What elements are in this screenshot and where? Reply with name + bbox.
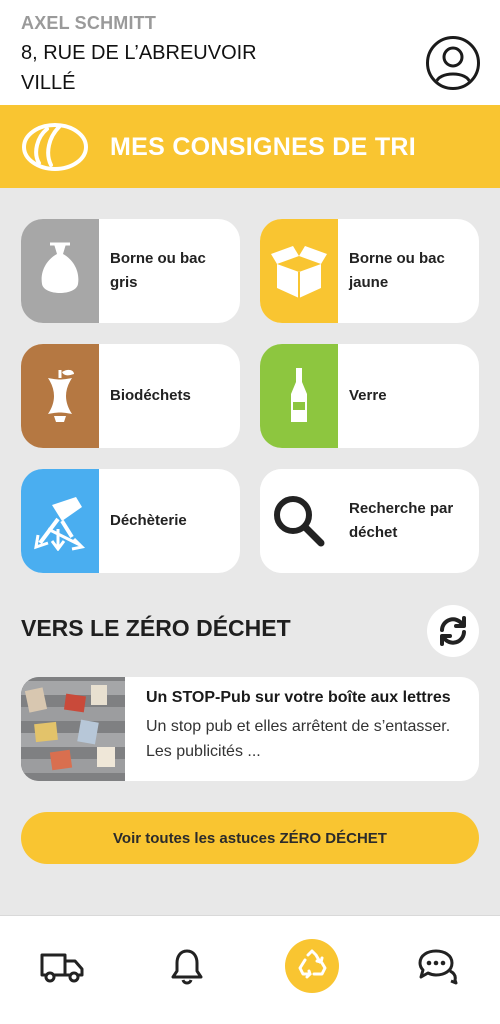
all-tips-button[interactable]: Voir toutes les astuces ZÉRO DÉCHET — [21, 812, 479, 864]
tile-grey-bin[interactable]: Borne ou bac gris — [21, 219, 240, 323]
user-street: 8, RUE DE L’ABREUVOIR — [21, 42, 257, 64]
tile-biowaste-label: Biodéchets — [110, 387, 191, 404]
apple-core-icon — [48, 369, 74, 422]
tile-biowaste[interactable]: Biodéchets — [21, 344, 240, 448]
nav-notifications[interactable] — [157, 938, 217, 994]
tip-card[interactable]: Un STOP-Pub sur votre boîte aux lettres … — [21, 677, 479, 781]
box-icon — [271, 246, 327, 298]
tile-search-swatch — [260, 469, 338, 573]
bell-icon — [171, 949, 203, 985]
refresh-icon — [440, 616, 466, 646]
chat-icon — [418, 949, 458, 985]
refresh-button[interactable] — [427, 605, 479, 657]
tile-glass[interactable]: Verre — [260, 344, 479, 448]
nav-sorting[interactable] — [282, 938, 342, 994]
tile-biowaste-swatch — [21, 344, 99, 448]
tile-recycling-swatch — [21, 469, 99, 573]
bottom-navbar — [0, 915, 500, 1024]
tile-glass-swatch — [260, 344, 338, 448]
user-city: VILLÉ — [21, 72, 76, 94]
user-circle-icon[interactable] — [426, 36, 480, 90]
truck-icon — [40, 953, 84, 983]
bottle-icon — [291, 368, 307, 422]
zero-waste-title: VERS LE ZÉRO DÉCHET — [21, 615, 291, 641]
tile-search-label: Recherche par déchet — [349, 500, 454, 541]
sorting-banner: MES CONSIGNES DE TRI — [0, 105, 500, 188]
nav-collection[interactable] — [32, 938, 92, 994]
tile-grey-swatch — [21, 219, 99, 323]
bread-logo-icon — [22, 123, 88, 171]
tile-recycling-center[interactable]: Déchèterie — [21, 469, 240, 573]
sorting-title: MES CONSIGNES DE TRI — [110, 133, 417, 161]
user-name: AXEL SCHMITT — [21, 13, 157, 33]
tip-text: Un stop pub et elles arrêtent de s’entas… — [146, 718, 451, 760]
header: AXEL SCHMITT 8, RUE DE L’ABREUVOIR VILLÉ — [0, 0, 500, 105]
recycling-center-icon — [34, 497, 86, 551]
tip-title: Un STOP-Pub sur votre boîte aux lettres — [146, 689, 451, 706]
recycle-icon — [298, 949, 327, 979]
tile-yellow-bin[interactable]: Borne ou bac jaune — [260, 219, 479, 323]
tile-recycling-label: Déchèterie — [110, 512, 187, 529]
tile-glass-label: Verre — [349, 387, 387, 404]
tile-yellow-label: Borne ou bac jaune — [349, 250, 445, 291]
nav-contact[interactable] — [407, 938, 467, 994]
tip-thumbnail — [21, 677, 125, 781]
tile-grey-label: Borne ou bac gris — [110, 250, 206, 291]
search-icon — [274, 496, 325, 547]
trash-bag-icon — [41, 242, 79, 293]
tile-yellow-swatch — [260, 219, 338, 323]
nav-sorting-active — [285, 939, 339, 993]
tile-search-waste[interactable]: Recherche par déchet — [260, 469, 479, 573]
